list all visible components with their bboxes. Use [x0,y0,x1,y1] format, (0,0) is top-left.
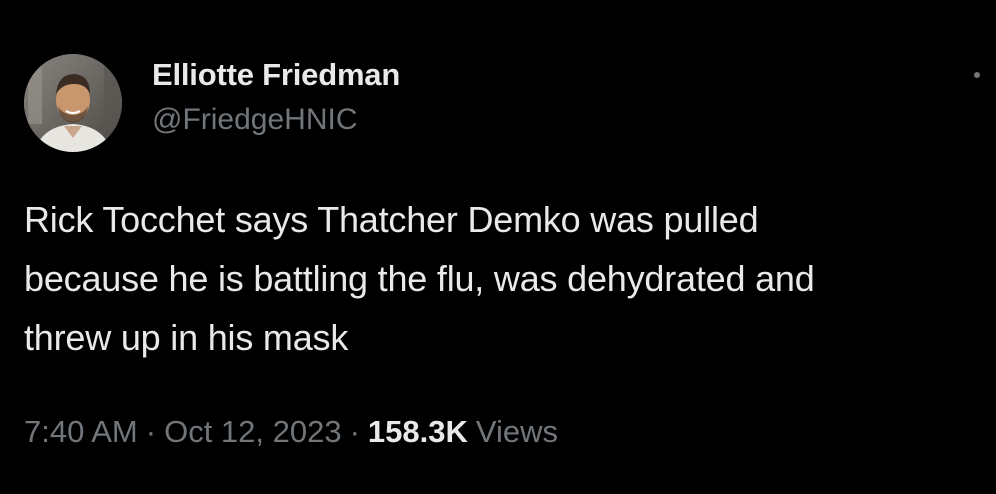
author-handle[interactable]: @FriedgeHNIC [152,100,400,140]
tweet-text: Rick Tocchet says Thatcher Demko was pul… [24,199,815,358]
avatar-photo-icon [24,54,122,152]
views-label: Views [475,414,559,449]
meta-separator: · [349,414,360,449]
tweet-time[interactable]: 7:40 AM [24,414,138,449]
avatar[interactable] [24,54,122,152]
meta-separator: · [145,414,157,449]
tweet-card: Elliotte Friedman @FriedgeHNIC Rick Tocc… [0,0,996,494]
views-count[interactable]: 158.3K [368,414,468,449]
tweet-header: Elliotte Friedman @FriedgeHNIC [24,54,984,154]
tweet-date[interactable]: Oct 12, 2023 [164,414,342,449]
more-options-button[interactable] [970,68,984,82]
more-options-icon [974,72,980,78]
author-display-name[interactable]: Elliotte Friedman [152,56,400,94]
author-names: Elliotte Friedman @FriedgeHNIC [152,56,400,140]
tweet-meta: 7:40 AM · Oct 12, 2023 · 158.3K Views [24,412,558,452]
